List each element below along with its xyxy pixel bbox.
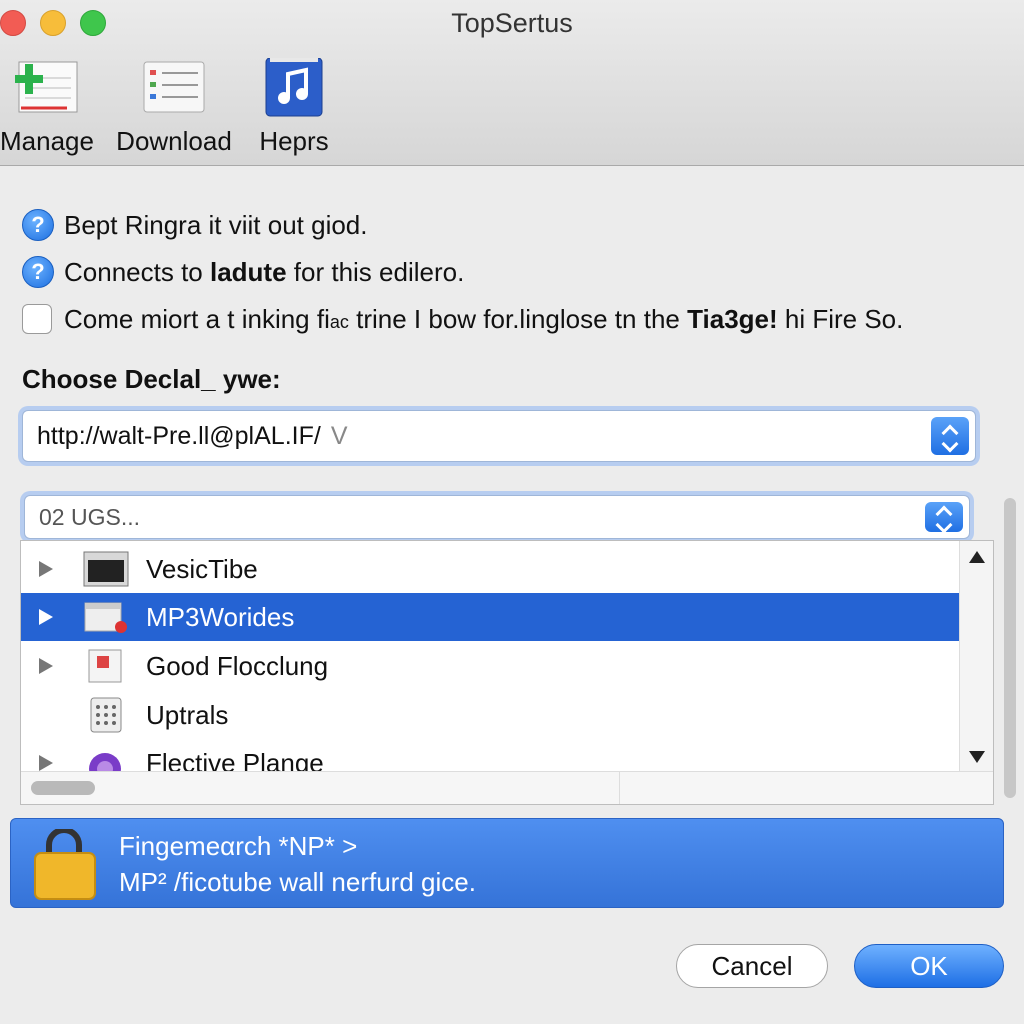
download-list-icon (142, 58, 206, 118)
banner-line-1: Fingemeαrch *NP* > (119, 831, 358, 861)
list-horizontal-scrollbar[interactable] (21, 771, 993, 804)
filter-stepper[interactable] (925, 502, 963, 534)
help-icon[interactable]: ? (22, 256, 54, 288)
option-row-1-text: Bept Ringra it viit out giod. (64, 209, 368, 240)
disclosure-triangle-icon[interactable] (39, 755, 53, 771)
chevron-down-icon (935, 516, 953, 534)
list-item-selected[interactable]: MP3Worides (21, 593, 961, 641)
url-field-value[interactable]: http://walt-Pre.ll@plAL.IF/V (37, 411, 348, 461)
option-row-1: ? Bept Ringra it viit out giod. (22, 208, 368, 242)
list-vertical-scrollbar[interactable] (959, 541, 993, 773)
toolbar-manage-label: Manage (0, 126, 94, 156)
section-label: Choose Declal_ ywe: (22, 364, 281, 394)
disclosure-triangle-icon[interactable] (39, 658, 53, 674)
url-combo-box[interactable]: http://walt-Pre.ll@plAL.IF/V (22, 410, 976, 462)
source-list[interactable]: VesicTibe MP3Worides Good Flocclung Uptr… (20, 540, 994, 805)
window-title: TopSertus (451, 8, 573, 38)
monitor-icon (83, 551, 129, 587)
list-item[interactable]: Uptrals (21, 691, 961, 739)
scroll-down-arrow-icon[interactable] (969, 751, 985, 763)
list-item-label: Good Flocclung (146, 650, 329, 681)
ok-button[interactable]: OK (854, 944, 1004, 988)
calculator-icon (83, 697, 127, 733)
filter-combo-box[interactable]: 02 UGS... (24, 495, 970, 539)
cancel-button[interactable]: Cancel (676, 944, 828, 988)
option-row-3[interactable]: Come miort a t inking fiac trine I bow f… (22, 302, 903, 336)
document-icon (83, 648, 127, 684)
disclosure-triangle-icon[interactable] (39, 609, 53, 625)
list-item[interactable]: VesicTibe (21, 545, 961, 593)
help-icon[interactable]: ? (22, 209, 54, 241)
option-checkbox[interactable] (22, 304, 52, 334)
list-item[interactable]: Good Flocclung (21, 642, 961, 690)
url-stepper[interactable] (931, 417, 969, 455)
disclosure-triangle-icon[interactable] (39, 561, 53, 577)
list-item-label: Uptrals (146, 699, 229, 730)
banner-line-2: MP² /ficotube wall nerfurd gice. (119, 867, 476, 897)
title-bar: TopSertus Manage Download Heprs (0, 0, 1024, 166)
lock-icon (29, 827, 99, 901)
chevron-down-icon (941, 435, 959, 453)
list-item-label: VesicTibe (146, 553, 258, 584)
list-item-label: MP3Worides (146, 601, 295, 632)
filter-field-placeholder[interactable]: 02 UGS... (39, 496, 140, 538)
scroll-thumb[interactable] (31, 781, 95, 795)
toolbar-heprs-label: Heprs (259, 126, 329, 156)
option-row-3-text: Come miort a t inking fiac trine I bow f… (64, 303, 904, 334)
info-banner: Fingemeαrch *NP* > MP² /ficotube wall ne… (10, 818, 1004, 908)
window-scrollbar-thumb[interactable] (1004, 498, 1016, 798)
toolbar-download-label: Download (116, 126, 232, 156)
music-note-icon (262, 57, 326, 118)
toolbar-manage-button[interactable]: Manage (0, 58, 112, 157)
scrollbar-divider (619, 772, 620, 804)
scroll-up-arrow-icon[interactable] (969, 551, 985, 563)
option-row-2: ? Connects to ladute for this edilero. (22, 255, 464, 289)
toolbar-heprs-button[interactable]: Heprs (229, 57, 359, 157)
option-row-2-text: Connects to ladute for this edilero. (64, 256, 465, 287)
window-badge-icon (83, 599, 127, 635)
toolbar-download-button[interactable]: Download (109, 58, 239, 157)
manage-add-icon (15, 58, 79, 118)
